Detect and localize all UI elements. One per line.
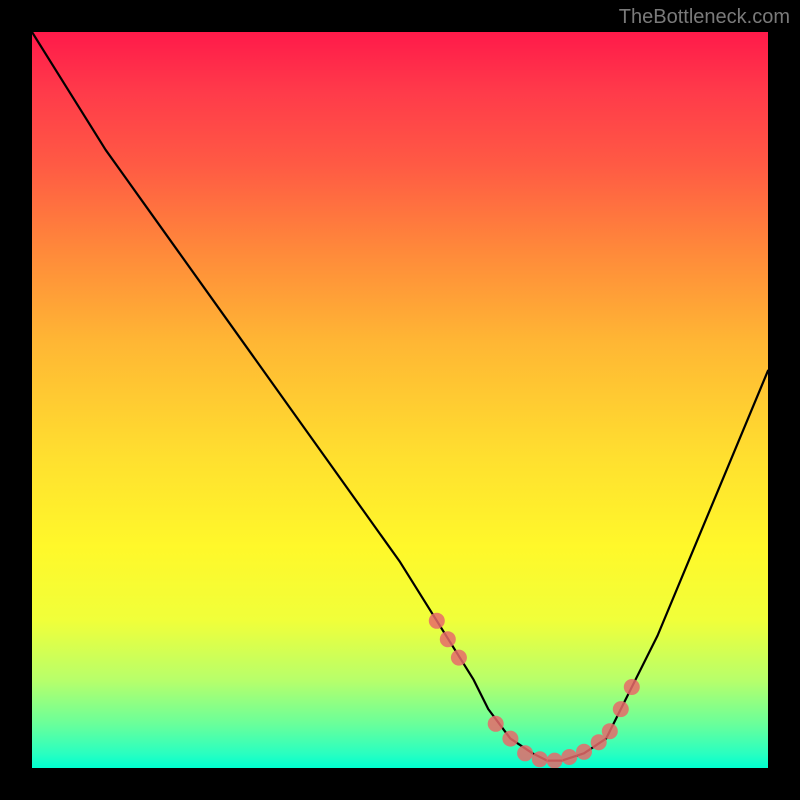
marker-dot [488,716,504,732]
bottleneck-curve [32,32,768,761]
marker-dot [624,679,640,695]
marker-dot [440,631,456,647]
plot-area [32,32,768,768]
marker-dot [429,613,445,629]
marker-dot [613,701,629,717]
curve-svg [32,32,768,768]
marker-dot [602,723,618,739]
marker-dot [561,749,577,765]
watermark-text: TheBottleneck.com [619,6,790,29]
marker-dot [547,753,563,768]
chart-container: TheBottleneck.com [0,0,800,800]
marker-dot [502,731,518,747]
highlight-markers [429,613,640,768]
marker-dot [576,744,592,760]
marker-dot [451,650,467,666]
marker-dot [517,745,533,761]
marker-dot [532,751,548,767]
